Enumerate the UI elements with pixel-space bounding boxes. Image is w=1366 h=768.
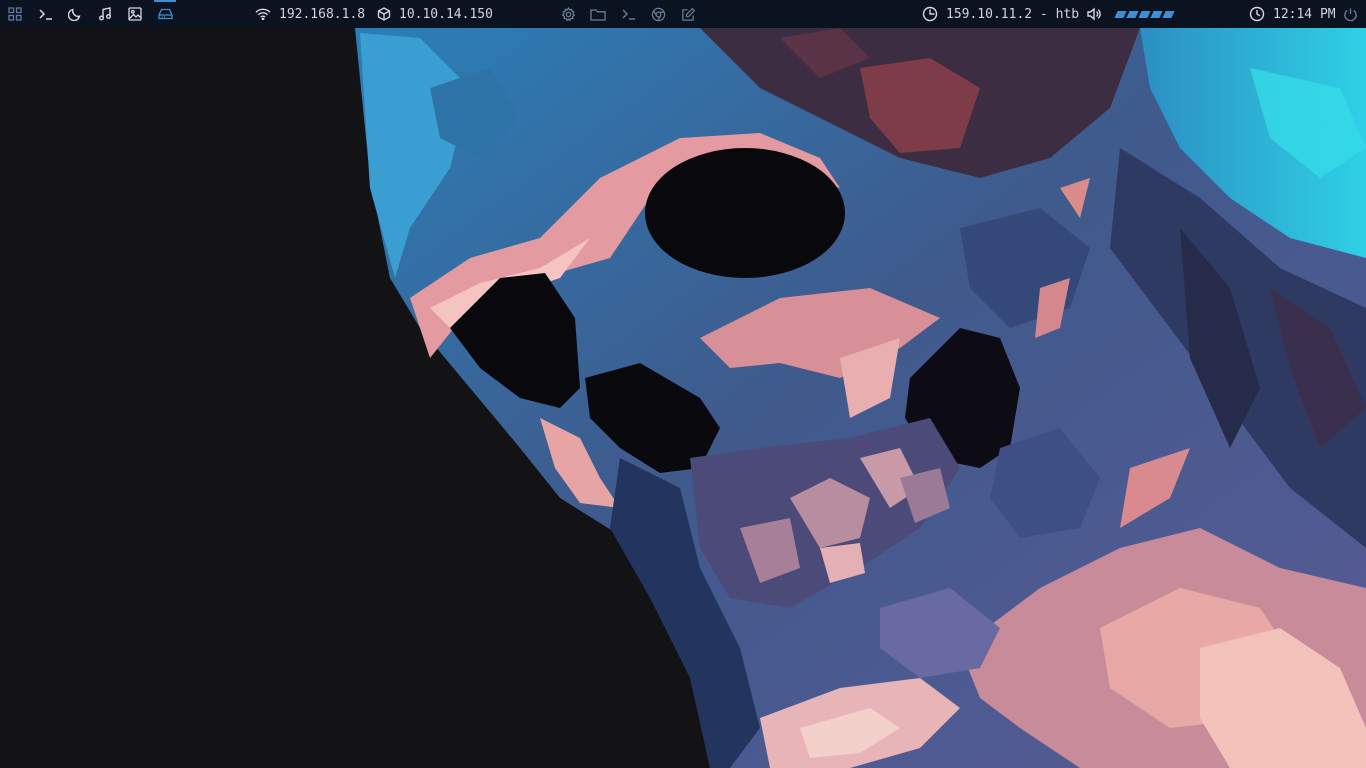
clock-time-text: 12:14 PM [1273, 6, 1336, 22]
grid-icon [8, 7, 22, 21]
chrome-icon [651, 7, 665, 21]
clock-half-icon [922, 6, 938, 22]
target-ip-text: 10.10.14.150 [399, 6, 493, 22]
wifi-icon [255, 8, 271, 20]
moon-icon [68, 8, 81, 21]
cube-icon [377, 7, 391, 21]
speaker-icon [1087, 7, 1101, 21]
desktop: 192.168.1.8 10.10.14.150 159.10.11.2 - h… [0, 0, 1366, 768]
power-button[interactable] [1341, 0, 1359, 28]
terminal-icon [38, 9, 52, 20]
workspace-5-button[interactable] [124, 0, 146, 28]
browser-launcher[interactable] [648, 0, 668, 28]
local-ip-text: 192.168.1.8 [279, 6, 366, 22]
workspace-6-button[interactable] [154, 0, 176, 28]
volume-level-bar[interactable] [1114, 10, 1175, 18]
gear-icon [561, 6, 575, 21]
clock-icon [1249, 6, 1265, 22]
folder-icon [590, 8, 606, 21]
editor-launcher[interactable] [678, 0, 698, 28]
target-indicator[interactable]: 10.10.14.150 [377, 0, 493, 28]
files-launcher[interactable] [588, 0, 608, 28]
terminal-icon [622, 9, 635, 20]
workspace-1-button[interactable] [4, 0, 26, 28]
volume-segment [1150, 10, 1163, 18]
skull-wallpaper [0, 28, 1366, 768]
volume-segment [1162, 10, 1175, 18]
top-bar: 192.168.1.8 10.10.14.150 159.10.11.2 - h… [0, 0, 1366, 28]
music-icon [99, 7, 111, 21]
clock-widget[interactable]: 12:14 PM [1249, 0, 1336, 28]
image-icon [128, 7, 142, 21]
vpn-indicator[interactable]: 159.10.11.2 - htb [922, 0, 1079, 28]
volume-control[interactable] [1086, 0, 1175, 28]
volume-segment [1126, 10, 1139, 18]
terminal-launcher[interactable] [618, 0, 638, 28]
drive-icon [157, 8, 173, 20]
workspace-2-button[interactable] [34, 0, 56, 28]
workspace-3-button[interactable] [64, 0, 86, 28]
network-indicator[interactable]: 192.168.1.8 [255, 0, 365, 28]
edit-icon [681, 7, 695, 21]
workspace-4-button[interactable] [94, 0, 116, 28]
vpn-ip-text: 159.10.11.2 - htb [946, 6, 1080, 22]
power-icon [1343, 7, 1357, 21]
settings-launcher[interactable] [558, 0, 578, 28]
volume-segment [1114, 10, 1127, 18]
volume-segment [1138, 10, 1151, 18]
